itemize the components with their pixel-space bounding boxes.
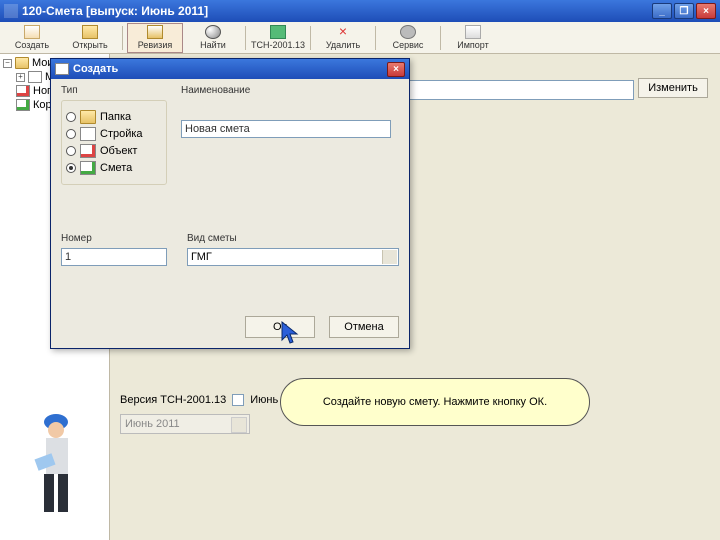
radio-label: Объект: [100, 145, 137, 157]
callout-text: Создайте новую смету. Нажмите кнопку ОК.: [323, 395, 547, 409]
maximize-button[interactable]: ❐: [674, 3, 694, 19]
toolbar-open-label: Открыть: [72, 40, 107, 50]
toolbar-create[interactable]: Создать: [4, 23, 60, 53]
toolbar-tsn[interactable]: ТСН-2001.13: [250, 23, 306, 53]
app-icon: [4, 4, 18, 18]
radio-label: Стройка: [100, 128, 143, 140]
dialog-close-button[interactable]: ×: [387, 62, 405, 77]
main-toolbar: Создать Открыть Ревизия Найти ТСН-2001.1…: [0, 22, 720, 54]
doc-icon: [16, 85, 30, 97]
vid-value: ГМГ: [191, 251, 212, 263]
toolbar-service[interactable]: Сервис: [380, 23, 436, 53]
cancel-button[interactable]: Отмена: [329, 316, 399, 338]
toolbar-import-label: Импорт: [457, 40, 488, 50]
version-combo[interactable]: Июнь 2011: [120, 414, 250, 434]
dialog-titlebar[interactable]: Создать ×: [51, 59, 409, 79]
open-icon: [82, 25, 98, 39]
find-icon: [205, 25, 221, 39]
dialog-icon: [55, 63, 69, 75]
folder-icon: [80, 110, 96, 124]
name-label: Наименование: [181, 85, 391, 96]
collapse-icon[interactable]: −: [3, 59, 12, 68]
tree-item-label: Ног: [33, 85, 51, 97]
toolbar-create-label: Создать: [15, 40, 49, 50]
close-button[interactable]: ×: [696, 3, 716, 19]
version-label: Версия ТСН-2001.13: [120, 394, 226, 406]
toolbar-tsn-label: ТСН-2001.13: [251, 40, 305, 50]
radio-icon: [66, 112, 76, 122]
delete-icon: ×: [335, 25, 351, 39]
toolbar-revision[interactable]: Ревизия: [127, 23, 183, 53]
main-titlebar: 120-Смета [выпуск: Июнь 2011] _ ❐ ×: [0, 0, 720, 22]
type-group: Папка Стройка Объект: [61, 100, 167, 185]
name-input[interactable]: Новая смета: [181, 120, 391, 138]
build-icon: [80, 127, 96, 141]
gear-icon: [400, 25, 416, 39]
version-checkbox[interactable]: [232, 394, 244, 406]
separator: [245, 26, 246, 50]
radio-build[interactable]: Стройка: [66, 127, 162, 141]
radio-object[interactable]: Объект: [66, 144, 162, 158]
radio-icon: [66, 129, 76, 139]
separator: [310, 26, 311, 50]
version-chk-label: Июнь: [250, 394, 278, 406]
change-button[interactable]: Изменить: [638, 78, 708, 98]
radio-label: Папка: [100, 111, 131, 123]
vid-label: Вид сметы: [187, 233, 399, 244]
app-title: 120-Смета [выпуск: Июнь 2011]: [22, 4, 652, 18]
radio-icon: [66, 163, 76, 173]
vid-select[interactable]: ГМГ: [187, 248, 399, 266]
version-row: Версия ТСН-2001.13 Июнь: [120, 394, 278, 406]
toolbar-revision-label: Ревизия: [138, 40, 172, 50]
toolbar-find-label: Найти: [200, 40, 226, 50]
revision-icon: [147, 25, 163, 39]
type-group-label: Тип: [61, 85, 167, 96]
number-input[interactable]: 1: [61, 248, 167, 266]
tsn-icon: [270, 25, 286, 39]
minimize-button[interactable]: _: [652, 3, 672, 19]
radio-folder[interactable]: Папка: [66, 110, 162, 124]
radio-icon: [66, 146, 76, 156]
toolbar-service-label: Сервис: [393, 40, 424, 50]
toolbar-delete-label: Удалить: [326, 40, 360, 50]
new-icon: [24, 25, 40, 39]
ok-button[interactable]: Ok: [245, 316, 315, 338]
create-dialog: Создать × Тип Папка Стройка: [50, 58, 410, 349]
version-combo-value: Июнь 2011: [125, 418, 180, 430]
expand-icon[interactable]: +: [16, 73, 25, 82]
separator: [122, 26, 123, 50]
instruction-callout: Создайте новую смету. Нажмите кнопку ОК.: [280, 378, 590, 426]
number-label: Номер: [61, 233, 167, 244]
person-illustration: [30, 408, 94, 518]
toolbar-find[interactable]: Найти: [185, 23, 241, 53]
import-icon: [465, 25, 481, 39]
separator: [440, 26, 441, 50]
toolbar-import[interactable]: Импорт: [445, 23, 501, 53]
separator: [375, 26, 376, 50]
toolbar-open[interactable]: Открыть: [62, 23, 118, 53]
radio-label: Смета: [100, 162, 132, 174]
tree-item-label: Кор: [33, 99, 52, 111]
doc-icon: [16, 99, 30, 111]
doc-icon: [28, 71, 42, 83]
folder-icon: [15, 57, 29, 69]
smeta-icon: [80, 161, 96, 175]
radio-smeta[interactable]: Смета: [66, 161, 162, 175]
object-icon: [80, 144, 96, 158]
dialog-title: Создать: [73, 63, 387, 75]
toolbar-delete[interactable]: × Удалить: [315, 23, 371, 53]
